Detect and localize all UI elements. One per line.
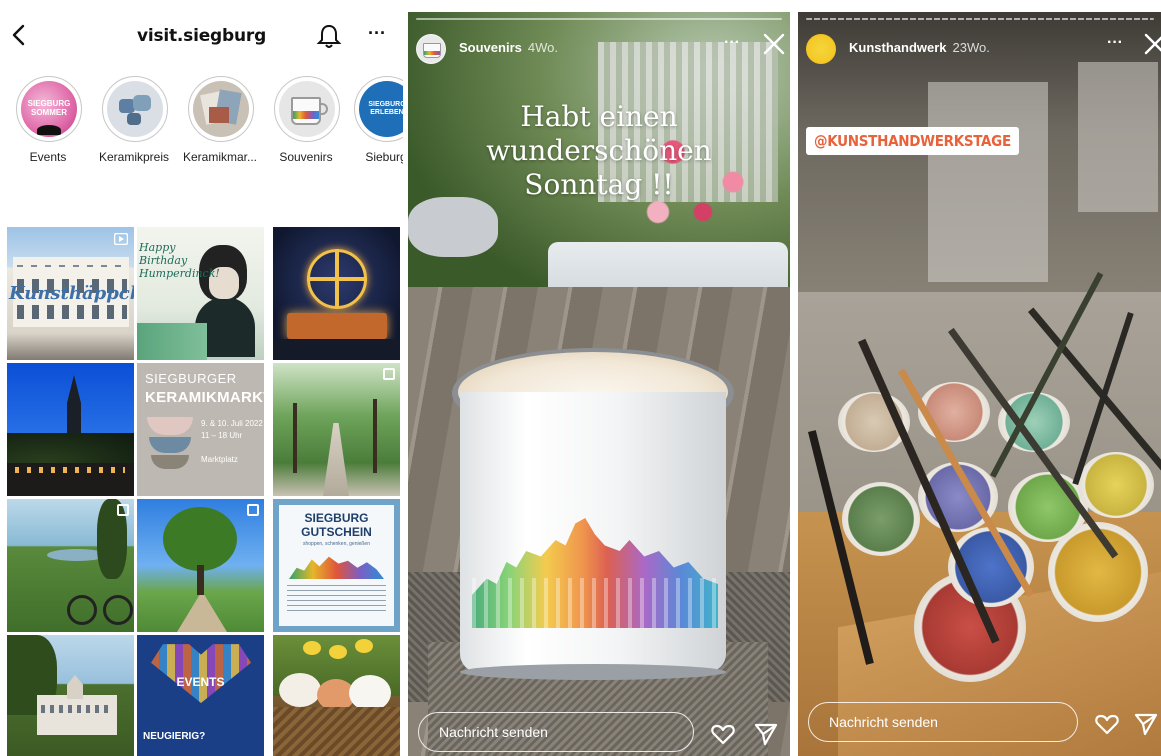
sieburg-badge: SIEGBURG ERLEBEN bbox=[368, 101, 403, 116]
story-avatar[interactable] bbox=[416, 34, 446, 64]
story-progress-bar bbox=[416, 18, 782, 20]
post-overlay-title: SIEGBURGER bbox=[145, 371, 237, 386]
profile-panel: visit.siegburg ··· SIEGBURG SOMMER Event… bbox=[0, 0, 403, 756]
story-account-name[interactable]: Souvenirs 4Wo. bbox=[459, 40, 558, 55]
post-overlay-sub: shoppen, schenken, genießen bbox=[303, 541, 370, 547]
story-reply-bar: Nachricht senden bbox=[798, 698, 1161, 756]
post-overlay-text: Happy Birthday Humperdinck! bbox=[139, 241, 220, 280]
post-overlay-date: 9. & 10. Juli 2022 bbox=[201, 419, 263, 428]
events-badge: SIEGBURG SOMMER bbox=[27, 99, 71, 117]
story-more-icon[interactable]: ··· bbox=[724, 34, 740, 52]
post-tile[interactable] bbox=[7, 363, 134, 496]
story-name-text: Kunsthandwerk bbox=[849, 40, 947, 55]
post-overlay-title2: KERAMIKMARKT bbox=[145, 389, 264, 406]
caption-line: Habt einen bbox=[520, 100, 678, 133]
story-caption: Habt einen wunderschönen Sonntag !! bbox=[408, 100, 790, 202]
story-avatar[interactable] bbox=[806, 34, 836, 64]
highlight-ring: SIEGBURG SOMMER bbox=[16, 76, 82, 142]
highlight-ring bbox=[102, 76, 168, 142]
multi-icon bbox=[383, 368, 395, 380]
post-tile[interactable]: SIEGBURGER KERAMIKMARKT 9. & 10. Juli 20… bbox=[137, 363, 264, 496]
mention-sticker[interactable]: @KUNSTHANDWERKSTAGE bbox=[806, 127, 1019, 155]
caption-line: wunderschönen bbox=[486, 134, 712, 167]
paint-pot bbox=[842, 482, 920, 556]
story-progress-bar bbox=[806, 18, 1154, 20]
post-overlay-time: 11 – 18 Uhr bbox=[201, 431, 243, 440]
highlight-label: Sieburg bbox=[365, 150, 403, 164]
post-tile[interactable] bbox=[137, 499, 264, 632]
story-timestamp: 23Wo. bbox=[952, 40, 990, 55]
post-overlay-title: EVENTS bbox=[176, 675, 225, 689]
highlight-cover-sieburg: SIEGBURG ERLEBEN bbox=[359, 81, 403, 137]
message-input[interactable]: Nachricht senden bbox=[808, 702, 1078, 742]
close-icon[interactable] bbox=[1143, 32, 1161, 56]
highlight-ring: SIEGBURG ERLEBEN bbox=[354, 76, 403, 142]
story-more-icon[interactable]: ··· bbox=[1107, 34, 1123, 52]
paint-pot bbox=[1078, 452, 1154, 518]
highlight-cover-keramikpreis bbox=[107, 81, 163, 137]
post-tile[interactable] bbox=[273, 363, 400, 496]
highlight-label: Keramikpreis bbox=[98, 150, 170, 164]
post-overlay-place: Marktplatz bbox=[201, 455, 238, 464]
video-icon bbox=[114, 233, 128, 245]
post-overlay-title2: GUTSCHEIN bbox=[301, 525, 372, 539]
bell-icon[interactable] bbox=[316, 22, 342, 50]
story-header: Souvenirs 4Wo. bbox=[416, 34, 716, 64]
highlight-cover-keramikmarkt bbox=[193, 81, 249, 137]
highlight-cover-souvenirs bbox=[279, 81, 335, 137]
highlight-cover-events: SIEGBURG SOMMER bbox=[21, 81, 77, 137]
multi-icon bbox=[117, 504, 129, 516]
highlight-label: Keramikmar... bbox=[182, 150, 257, 164]
post-tile[interactable]: SIEGBURG GUTSCHEIN shoppen, schenken, ge… bbox=[273, 499, 400, 632]
send-icon[interactable] bbox=[1134, 712, 1158, 736]
mug bbox=[452, 348, 734, 688]
story-account-name[interactable]: Kunsthandwerk 23Wo. bbox=[849, 40, 990, 55]
send-icon[interactable] bbox=[754, 722, 778, 746]
story-header: Kunsthandwerk 23Wo. bbox=[806, 34, 1066, 64]
heart-icon[interactable] bbox=[710, 722, 736, 746]
multi-icon bbox=[247, 504, 259, 516]
post-overlay-text: Kunsthäppchen bbox=[9, 283, 134, 304]
post-tile[interactable] bbox=[273, 227, 400, 360]
post-tile[interactable]: Kunsthäppchen bbox=[7, 227, 134, 360]
more-options-icon[interactable]: ··· bbox=[368, 24, 390, 44]
post-tile[interactable] bbox=[7, 499, 134, 632]
story-viewer-souvenirs: Souvenirs 4Wo. ··· Habt einen wunderschön… bbox=[408, 12, 790, 756]
story-photo bbox=[798, 12, 1161, 756]
post-tile[interactable]: EVENTS NEUGIERIG? bbox=[137, 635, 264, 756]
post-tile[interactable] bbox=[7, 635, 134, 756]
post-tile[interactable] bbox=[273, 635, 400, 756]
highlight-ring bbox=[188, 76, 254, 142]
story-reply-bar: Nachricht senden bbox=[408, 698, 790, 756]
story-timestamp: 4Wo. bbox=[527, 40, 558, 55]
posts-grid: Kunsthäppchen Happy Birthday Humperdinck… bbox=[7, 227, 400, 756]
caption-line: Sonntag !! bbox=[524, 168, 674, 201]
post-tile[interactable]: Happy Birthday Humperdinck! bbox=[137, 227, 264, 360]
story-name-text: Souvenirs bbox=[459, 40, 522, 55]
heart-icon[interactable] bbox=[1094, 712, 1120, 736]
story-highlights: SIEGBURG SOMMER Events Keramikpreis Kera… bbox=[0, 76, 403, 176]
story-viewer-kunsthandwerk: Kunsthandwerk 23Wo. ··· @KUNSTHANDWERKSTA… bbox=[798, 12, 1161, 756]
post-overlay-title: SIEGBURG bbox=[304, 511, 369, 525]
profile-username: visit.siegburg bbox=[136, 26, 267, 46]
profile-header: visit.siegburg ··· bbox=[0, 0, 403, 70]
message-input[interactable]: Nachricht senden bbox=[418, 712, 694, 752]
post-overlay-sub: NEUGIERIG? bbox=[143, 731, 206, 742]
close-icon[interactable] bbox=[762, 32, 786, 56]
highlight-ring bbox=[274, 76, 340, 142]
